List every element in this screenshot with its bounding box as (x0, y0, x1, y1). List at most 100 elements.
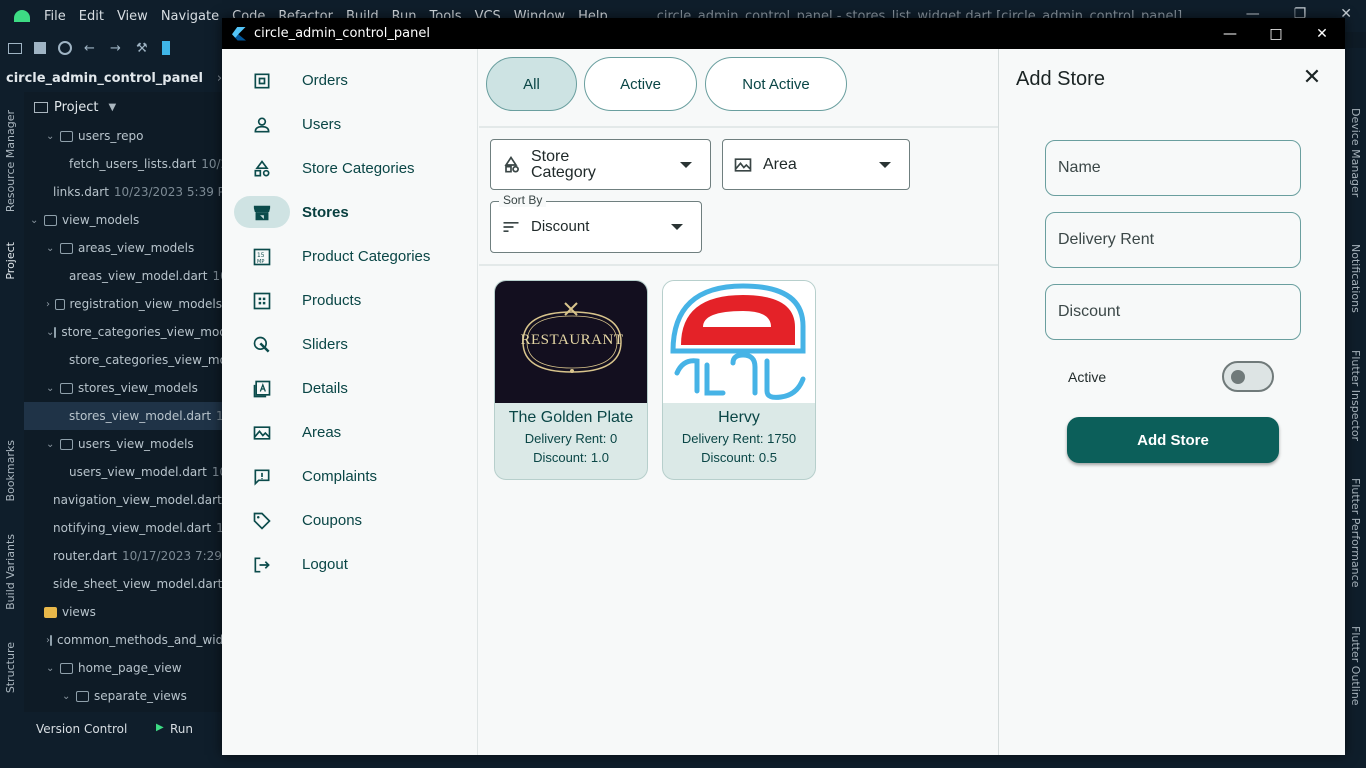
nav-item-complaints[interactable]: Complaints (234, 459, 466, 493)
nav-item-areas[interactable]: Areas (234, 415, 466, 449)
tree-item[interactable]: areas_view_model.dart 10/ (24, 262, 222, 290)
tree-item-label: navigation_view_model.dart (53, 493, 222, 507)
tree-item[interactable]: links.dart 10/23/2023 5:39 PM, (24, 178, 222, 206)
folder-icon (60, 438, 73, 450)
tree-item[interactable]: ⌄ store_categories_view_models (24, 318, 222, 346)
tree-item[interactable]: ⌄ home_page_view (24, 654, 222, 682)
tree-item-label: common_methods_and_widge (57, 633, 222, 647)
store-category-dropdown[interactable]: Store Category (490, 139, 711, 190)
chevron-down-icon[interactable]: ▼ (108, 102, 116, 113)
nav-item-store-categories[interactable]: Store Categories (234, 151, 466, 185)
nav-item-users[interactable]: Users (234, 107, 466, 141)
tool-flutter-outline[interactable]: Flutter Outline (1349, 626, 1362, 706)
tree-item[interactable]: store_categories_view_model (24, 346, 222, 374)
chevron-down-icon[interactable]: ⌄ (46, 131, 60, 142)
save-icon[interactable] (34, 42, 46, 54)
filter-not-active-button[interactable]: Not Active (705, 57, 847, 111)
tree-item[interactable]: fetch_users_lists.dart 10/20 (24, 150, 222, 178)
chevron-down-icon[interactable]: ⌄ (46, 327, 54, 338)
nav-item-label: Product Categories (302, 247, 431, 265)
tree-item[interactable]: ⌄ view_models (24, 206, 222, 234)
open-folder-icon[interactable] (8, 42, 22, 54)
build-hammer-icon[interactable]: ⚒ (136, 41, 150, 56)
tool-device-manager[interactable]: Device Manager (1349, 108, 1362, 197)
device-icon[interactable] (162, 41, 170, 55)
nav-item-details[interactable]: Details (234, 371, 466, 405)
nav-item-logout[interactable]: Logout (234, 547, 466, 581)
tree-item[interactable]: ⌄ stores_view_models (24, 374, 222, 402)
store-card[interactable]: Hervy Delivery Rent: 1750 Discount: 0.5 (662, 280, 816, 480)
chevron-down-icon[interactable]: ⌄ (46, 663, 60, 674)
tool-build-variants[interactable]: Build Variants (4, 534, 17, 610)
close-icon[interactable]: ✕ (1299, 26, 1345, 42)
nav-item-products[interactable]: Products (234, 283, 466, 317)
tool-bookmarks[interactable]: Bookmarks (4, 440, 17, 501)
tool-project[interactable]: Project (4, 242, 17, 280)
tree-item[interactable]: side_sheet_view_model.dart10 (24, 570, 222, 598)
run-tab[interactable]: Run (170, 722, 193, 736)
tree-item[interactable]: views (24, 598, 222, 626)
filter-all-button[interactable]: All (486, 57, 577, 111)
menu-navigate[interactable]: Navigate (161, 9, 219, 24)
breadcrumb-project[interactable]: circle_admin_control_panel (6, 71, 203, 86)
tree-item[interactable]: › common_methods_and_widge (24, 626, 222, 654)
version-control-tab[interactable]: Version Control (36, 722, 127, 736)
dropdown-caret-icon (879, 161, 891, 168)
close-sheet-icon[interactable]: ✕ (1300, 66, 1324, 90)
menu-edit[interactable]: Edit (79, 9, 104, 24)
tool-flutter-inspector[interactable]: Flutter Inspector (1349, 350, 1362, 441)
chevron-right-icon[interactable]: › (46, 299, 55, 310)
tree-item[interactable]: users_view_model.dart 10/ (24, 458, 222, 486)
nav-item-stores[interactable]: Stores (234, 195, 466, 229)
add-store-button[interactable]: Add Store (1067, 417, 1279, 463)
tree-item[interactable]: stores_view_model.dart10 (24, 402, 222, 430)
store-category-label: Store Category (531, 147, 596, 181)
tree-item[interactable]: ⌄ users_repo (24, 122, 222, 150)
chevron-down-icon[interactable]: ⌄ (46, 243, 60, 254)
dart-file-icon (42, 552, 50, 560)
run-play-icon: ▶ (156, 722, 164, 733)
nav-item-label: Complaints (302, 467, 378, 485)
nav-item-orders[interactable]: Orders (234, 63, 466, 97)
nav-item-coupons[interactable]: Coupons (234, 503, 466, 537)
tree-item-label: store_categories_view_models (61, 325, 222, 339)
project-panel-header[interactable]: Project ▼ (24, 92, 222, 122)
tool-resource-manager[interactable]: Resource Manager (4, 110, 17, 212)
tree-item[interactable]: notifying_view_model.dart10 (24, 514, 222, 542)
forward-arrow-icon[interactable]: → (110, 41, 124, 56)
delivery-rent-field[interactable]: Delivery Rent (1045, 212, 1301, 268)
tree-item[interactable]: ⌄ separate_views (24, 682, 222, 710)
tree-item[interactable]: › registration_view_models (24, 290, 222, 318)
nav-item-sliders[interactable]: Sliders (234, 327, 466, 361)
tree-item[interactable]: ⌄ areas_view_models (24, 234, 222, 262)
tree-item[interactable]: router.dart 10/17/2023 7:29 PM (24, 542, 222, 570)
back-arrow-icon[interactable]: ← (84, 41, 98, 56)
tool-structure[interactable]: Structure (4, 642, 17, 693)
minimize-icon[interactable]: — (1207, 26, 1253, 42)
chevron-down-icon[interactable]: ⌄ (62, 691, 76, 702)
menu-file[interactable]: File (44, 9, 66, 24)
tool-flutter-performance[interactable]: Flutter Performance (1349, 478, 1362, 587)
discount-field[interactable]: Discount (1045, 284, 1301, 340)
active-switch[interactable] (1222, 361, 1274, 392)
tree-item[interactable]: navigation_view_model.dart10 (24, 486, 222, 514)
nav-item-product-categories[interactable]: 15 MP Product Categories (234, 239, 466, 273)
area-dropdown[interactable]: Area (722, 139, 910, 190)
filter-active-button[interactable]: Active (584, 57, 697, 111)
tree-item-meta: 10/17/2023 7:29 PM (121, 549, 222, 563)
chevron-down-icon[interactable]: ⌄ (46, 383, 60, 394)
menu-view[interactable]: View (117, 9, 148, 24)
store-name-field[interactable]: Name (1045, 140, 1301, 196)
tree-item-label: links.dart (53, 185, 109, 199)
maximize-icon[interactable]: □ (1253, 26, 1299, 42)
sort-by-dropdown[interactable]: Sort By Discount (490, 193, 702, 253)
chevron-down-icon[interactable]: ⌄ (30, 215, 44, 226)
chevron-down-icon[interactable]: ⌄ (46, 439, 60, 450)
tool-notifications[interactable]: Notifications (1349, 244, 1362, 313)
store-card[interactable]: RESTAURANT The Golden Plate Delivery Ren… (494, 280, 648, 480)
sync-icon[interactable] (58, 41, 72, 55)
tree-item-label: users_view_model.dart (69, 465, 207, 479)
tree-item[interactable]: ⌄ users_view_models (24, 430, 222, 458)
landscape-icon (252, 423, 272, 441)
breadcrumb: circle_admin_control_panel › lib (0, 64, 246, 92)
